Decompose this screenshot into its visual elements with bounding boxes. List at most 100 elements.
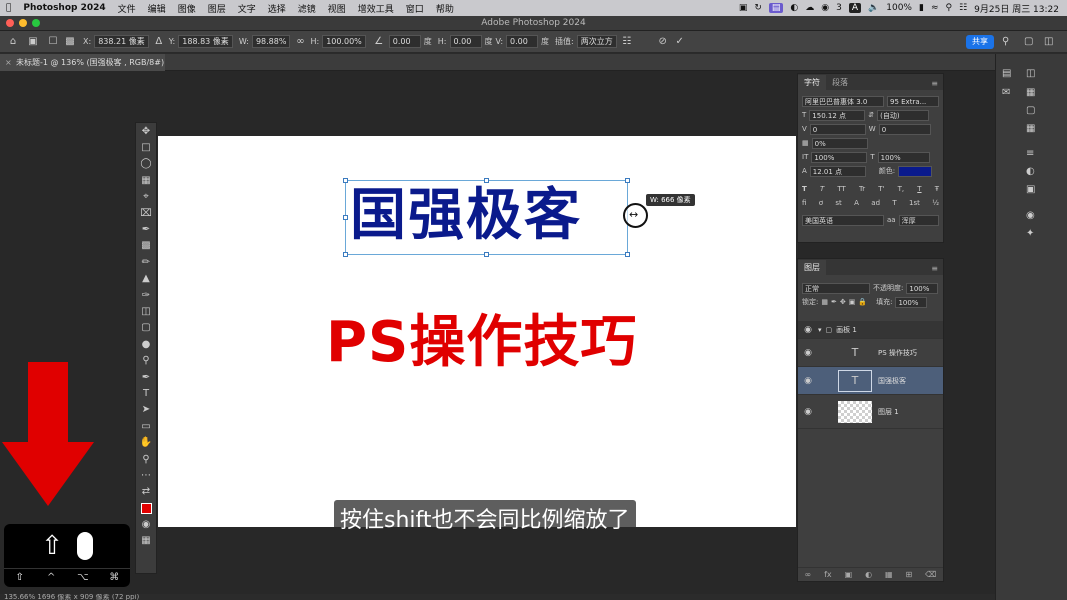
eyedropper-tool-icon[interactable]: ✒ [136, 221, 156, 237]
reference-point-icon[interactable]: ▩ [63, 35, 77, 49]
add-mask-icon[interactable]: ▣ [845, 570, 853, 579]
zoom-tool-icon[interactable]: ⚲ [136, 451, 156, 467]
menu-plugins[interactable]: 增效工具 [352, 2, 400, 15]
object-select-tool-icon[interactable]: ▦ [136, 172, 156, 188]
search-icon[interactable]: ⚲ [945, 3, 952, 13]
fractions-button[interactable]: ½ [932, 199, 939, 207]
eye-icon[interactable]: ◉ [798, 348, 818, 358]
gradient-tool-icon[interactable]: ▢ [136, 320, 156, 336]
superior-button[interactable]: 1st [909, 199, 920, 207]
x-field[interactable]: 838.21 像素 [94, 35, 149, 48]
old-style-button[interactable]: ơ [819, 199, 823, 207]
commit-transform-icon[interactable]: ✓ [673, 35, 687, 49]
menu-window[interactable]: 窗口 [400, 2, 430, 15]
panel-layout-icon[interactable]: ◫ [1044, 36, 1053, 47]
menu-type[interactable]: 文字 [232, 2, 262, 15]
input-method[interactable]: A [848, 3, 862, 13]
foreground-color-swatch[interactable] [140, 502, 152, 514]
ligature-button[interactable]: fi [802, 199, 806, 207]
checkbox-icon[interactable]: ☐ [46, 35, 60, 49]
layer-row-selected[interactable]: ◉ T 国强极客 [798, 367, 943, 395]
handle-bottom-right[interactable] [625, 252, 630, 257]
more-tools-icon[interactable]: ⋯ [136, 467, 156, 483]
channels-icon[interactable]: ◉ [1026, 210, 1035, 221]
handle-top-right[interactable] [625, 178, 630, 183]
rectangle-tool-icon[interactable]: ▭ [136, 418, 156, 434]
lock-all-icon[interactable]: 🔒 [858, 298, 867, 306]
chevron-down-icon[interactable]: ▾ [818, 326, 822, 334]
gradient-icon[interactable]: ▢ [1026, 105, 1035, 116]
vertical-scale-field[interactable]: 100% [811, 151, 868, 163]
move-tool-icon[interactable]: ✥ [136, 123, 156, 139]
subscript-button[interactable]: T, [898, 185, 905, 193]
swatches-icon[interactable]: ▦ [1026, 87, 1035, 98]
red-text-layer[interactable]: PS操作技巧 [326, 310, 637, 376]
layers-icon[interactable]: ◫ [1026, 68, 1035, 79]
record-icon[interactable]: ▣ [739, 3, 748, 13]
new-group-icon[interactable]: ▦ [885, 570, 893, 579]
speed-icon[interactable]: ◐ [790, 3, 798, 13]
tab-character[interactable]: 字符 [798, 75, 826, 90]
link-icon[interactable]: ∞ [293, 35, 307, 49]
menu-image[interactable]: 图像 [172, 2, 202, 15]
transform-icon[interactable]: ▣ [26, 35, 40, 49]
search-icon[interactable]: ⚲ [1002, 36, 1009, 47]
apple-icon[interactable]:  [0, 3, 17, 13]
stamp-tool-icon[interactable]: ▲ [136, 271, 156, 287]
w-field[interactable]: 98.88% [251, 35, 291, 48]
adjustments-icon[interactable]: ≡ [1026, 148, 1034, 159]
wechat-icon[interactable]: ◉ [821, 3, 829, 13]
workspace-icon[interactable]: ▢ [1024, 36, 1033, 47]
ordinals-button[interactable]: T [892, 199, 896, 207]
menu-select[interactable]: 选择 [262, 2, 292, 15]
fill-field[interactable]: 100% [895, 296, 928, 308]
new-layer-icon[interactable]: ⊞ [906, 570, 913, 579]
handle-top-mid[interactable] [484, 178, 489, 183]
eye-icon[interactable]: ◉ [798, 325, 818, 335]
strikethrough-button[interactable]: Ŧ [935, 185, 939, 193]
lock-move-icon[interactable]: ✥ [840, 298, 846, 306]
cancel-transform-icon[interactable]: ⊘ [656, 35, 670, 49]
handle-mid-left[interactable] [343, 215, 348, 220]
font-size-field[interactable]: 150.12 点 [809, 109, 866, 121]
titling-button[interactable]: ad [871, 199, 880, 207]
h-field[interactable]: 100.00% [322, 35, 366, 48]
volume-icon[interactable]: 🔈 [868, 3, 879, 13]
link-layers-icon[interactable]: ∞ [804, 570, 811, 579]
faux-bold-button[interactable]: T [802, 185, 807, 193]
baseline-field[interactable]: 12.01 点 [809, 165, 866, 177]
delete-layer-icon[interactable]: ⌫ [925, 570, 936, 579]
kerning-field[interactable]: 0 [809, 123, 866, 135]
menu-help[interactable]: 帮助 [430, 2, 460, 15]
layer-row[interactable]: ◉ 图层 1 [798, 395, 943, 429]
blend-mode-select[interactable]: 正常 [802, 282, 870, 294]
leading-field[interactable]: (自动) [877, 109, 930, 121]
layers-menu-icon[interactable]: ≡ [926, 262, 943, 275]
tab-layers[interactable]: 图层 [798, 260, 826, 275]
pen-tool-icon[interactable]: ✒ [136, 369, 156, 385]
superscript-button[interactable]: T' [878, 185, 884, 193]
vskew-field[interactable]: 0.00 [506, 35, 539, 48]
font-style-select[interactable]: 95 Extra... [887, 95, 939, 107]
brush-tool-icon[interactable]: ✏ [136, 254, 156, 270]
hskew-field[interactable]: 0.00 [449, 35, 482, 48]
path-select-tool-icon[interactable]: ➤ [136, 402, 156, 418]
hand-tool-icon[interactable]: ✋ [136, 434, 156, 450]
color-icon[interactable]: ◐ [1026, 166, 1035, 177]
eye-icon[interactable]: ◉ [798, 376, 818, 386]
crop-tool-icon[interactable]: ⌖ [136, 189, 156, 205]
share-button[interactable]: 共享 [966, 35, 994, 49]
warp-icon[interactable]: ☷ [620, 35, 634, 49]
screen-icon[interactable]: ▤ [768, 3, 784, 13]
font-family-select[interactable]: 阿里巴巴普惠体 3.0 [802, 95, 884, 107]
cloud-icon[interactable]: ☁ [805, 3, 814, 13]
opacity-field[interactable]: 100% [906, 282, 939, 294]
document-tab[interactable]: × 未标题-1 @ 136% (国强极客 , RGB/8#) * [0, 54, 165, 84]
control-center-icon[interactable]: ☷ [959, 3, 967, 13]
interp-select[interactable]: 两次立方 [576, 35, 617, 48]
frame-tool-icon[interactable]: ⌧ [136, 205, 156, 221]
home-icon[interactable]: ⌂ [6, 35, 20, 49]
screen-mode-icon[interactable]: ▦ [136, 533, 156, 549]
patterns-icon[interactable]: ▦ [1026, 123, 1035, 134]
lock-pixels-icon[interactable]: ▦ [821, 298, 828, 306]
